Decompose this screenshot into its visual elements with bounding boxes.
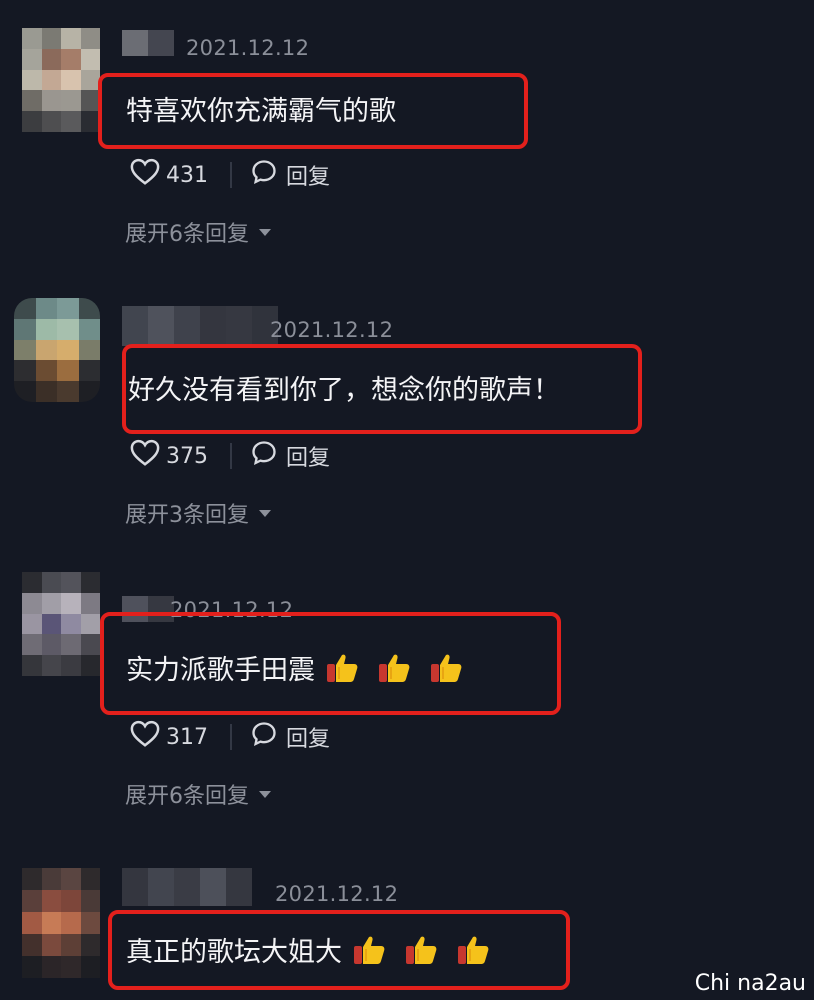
username-blurred[interactable] <box>122 868 252 906</box>
comment-text-label: 特喜欢你充满霸气的歌 <box>126 96 396 127</box>
comment-text: 实力派歌手田震 <box>126 648 463 687</box>
caret-down-icon <box>259 790 271 798</box>
reply-label: 回复 <box>286 727 331 752</box>
avatar[interactable] <box>22 572 100 676</box>
heart-icon <box>130 158 160 192</box>
comment-actions: 431 回复 <box>130 158 330 192</box>
username-blurred[interactable] <box>122 30 174 56</box>
divider <box>230 162 232 188</box>
thumbs-up-icon <box>325 652 359 684</box>
reply-button[interactable]: 回复 <box>250 720 330 754</box>
watermark: Chi na2au <box>694 971 806 996</box>
caret-down-icon <box>259 509 271 517</box>
thumbs-up-icon <box>352 934 386 966</box>
reply-button[interactable]: 回复 <box>250 158 330 192</box>
comment-text-label: 真正的歌坛大姐大 <box>126 937 342 968</box>
heart-icon <box>130 439 160 473</box>
comment-text-label: 实力派歌手田震 <box>126 655 315 686</box>
like-count: 375 <box>166 443 208 469</box>
like-count: 317 <box>166 724 208 750</box>
reply-label: 回复 <box>286 165 331 190</box>
comment-actions: 375 回复 <box>130 439 330 473</box>
thumbs-up-icon <box>377 652 411 684</box>
avatar[interactable] <box>22 868 100 978</box>
caret-down-icon <box>259 228 271 236</box>
heart-icon <box>130 720 160 754</box>
thumbs-up-emojis <box>352 934 490 966</box>
speech-bubble-icon <box>250 439 278 473</box>
thumbs-up-emojis <box>325 652 463 684</box>
thumbs-up-icon <box>404 934 438 966</box>
divider <box>230 443 232 469</box>
comment-text: 好久没有看到你了，想念你的歌声！ <box>128 368 560 407</box>
reply-label: 回复 <box>286 446 331 471</box>
comment-date: 2021.12.12 <box>270 318 394 342</box>
thumbs-up-icon <box>456 934 490 966</box>
avatar[interactable] <box>14 298 100 402</box>
expand-replies-label: 展开6条回复 <box>125 222 249 247</box>
divider <box>230 724 232 750</box>
expand-replies-label: 展开3条回复 <box>125 503 249 528</box>
expand-replies[interactable]: 展开6条回复 <box>125 216 271 248</box>
avatar[interactable] <box>22 28 100 132</box>
like-count: 431 <box>166 162 208 188</box>
comment-text: 特喜欢你充满霸气的歌 <box>126 89 396 128</box>
expand-replies[interactable]: 展开3条回复 <box>125 497 271 529</box>
speech-bubble-icon <box>250 158 278 192</box>
username-blurred[interactable] <box>122 306 278 346</box>
comment-date: 2021.12.12 <box>186 36 310 60</box>
expand-replies[interactable]: 展开6条回复 <box>125 778 271 810</box>
like-button[interactable]: 431 <box>130 158 208 192</box>
speech-bubble-icon <box>250 720 278 754</box>
comment-text: 真正的歌坛大姐大 <box>126 930 490 969</box>
like-button[interactable]: 317 <box>130 720 208 754</box>
comment-text-label: 好久没有看到你了，想念你的歌声！ <box>128 375 560 406</box>
comment-actions: 317 回复 <box>130 720 330 754</box>
comment-date: 2021.12.12 <box>275 882 399 906</box>
expand-replies-label: 展开6条回复 <box>125 784 249 809</box>
reply-button[interactable]: 回复 <box>250 439 330 473</box>
like-button[interactable]: 375 <box>130 439 208 473</box>
thumbs-up-icon <box>429 652 463 684</box>
